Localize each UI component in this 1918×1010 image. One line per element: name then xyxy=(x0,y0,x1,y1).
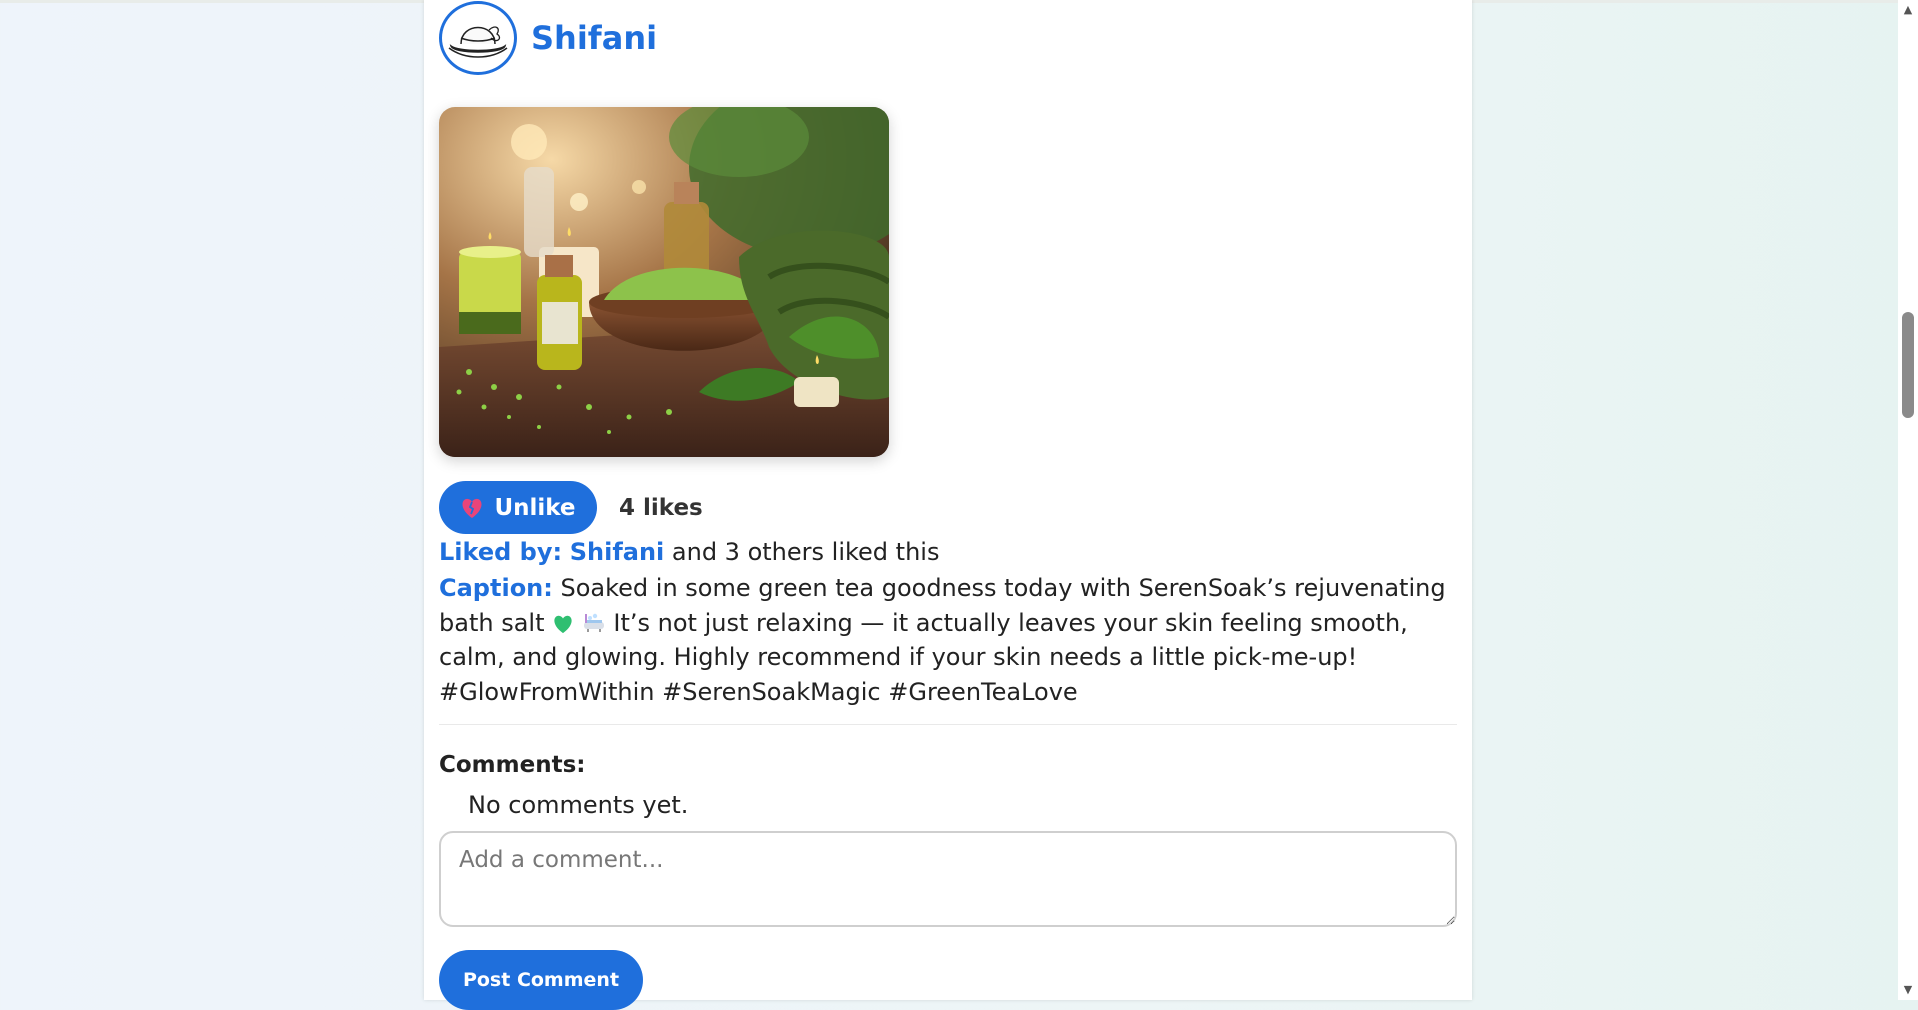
divider xyxy=(439,724,1457,725)
liked-by-suffix: and 3 others liked this xyxy=(664,538,940,566)
bathtub-icon xyxy=(583,613,604,632)
like-row: Unlike 4 likes xyxy=(439,481,703,534)
comments-title: Comments: xyxy=(439,752,586,778)
scroll-up-arrow-icon[interactable]: ▲ xyxy=(1902,4,1914,16)
liked-by-label: Liked by: xyxy=(439,538,563,566)
hat-logo-icon xyxy=(448,26,508,58)
liked-by-line: Liked by: Shifani and 3 others liked thi… xyxy=(439,538,939,566)
broken-heart-icon xyxy=(462,498,482,518)
post-image xyxy=(439,107,889,457)
scroll-thumb[interactable] xyxy=(1902,312,1914,418)
scroll-down-arrow-icon[interactable]: ▼ xyxy=(1902,984,1914,996)
post-caption: Caption: Soaked in some green tea goodne… xyxy=(439,571,1459,709)
caption-label: Caption: xyxy=(439,574,553,602)
post-comment-button[interactable]: Post Comment xyxy=(439,950,643,1010)
liked-by-user-link[interactable]: Shifani xyxy=(570,538,665,566)
comment-input[interactable] xyxy=(439,831,1457,927)
post-username[interactable]: Shifani xyxy=(531,19,657,57)
avatar[interactable] xyxy=(439,1,517,75)
no-comments-text: No comments yet. xyxy=(468,791,689,819)
likes-count: 4 likes xyxy=(619,494,703,521)
vertical-scrollbar[interactable]: ▲ ▼ xyxy=(1898,0,1918,1000)
unlike-button-label: Unlike xyxy=(494,494,576,521)
unlike-button[interactable]: Unlike xyxy=(439,481,597,534)
green-heart-icon xyxy=(554,615,572,633)
post-header: Shifani xyxy=(439,0,657,76)
post-card: Shifani Unlike 4 likes Liked by: Shifani… xyxy=(424,0,1472,1010)
spa-photo-image xyxy=(439,107,889,457)
